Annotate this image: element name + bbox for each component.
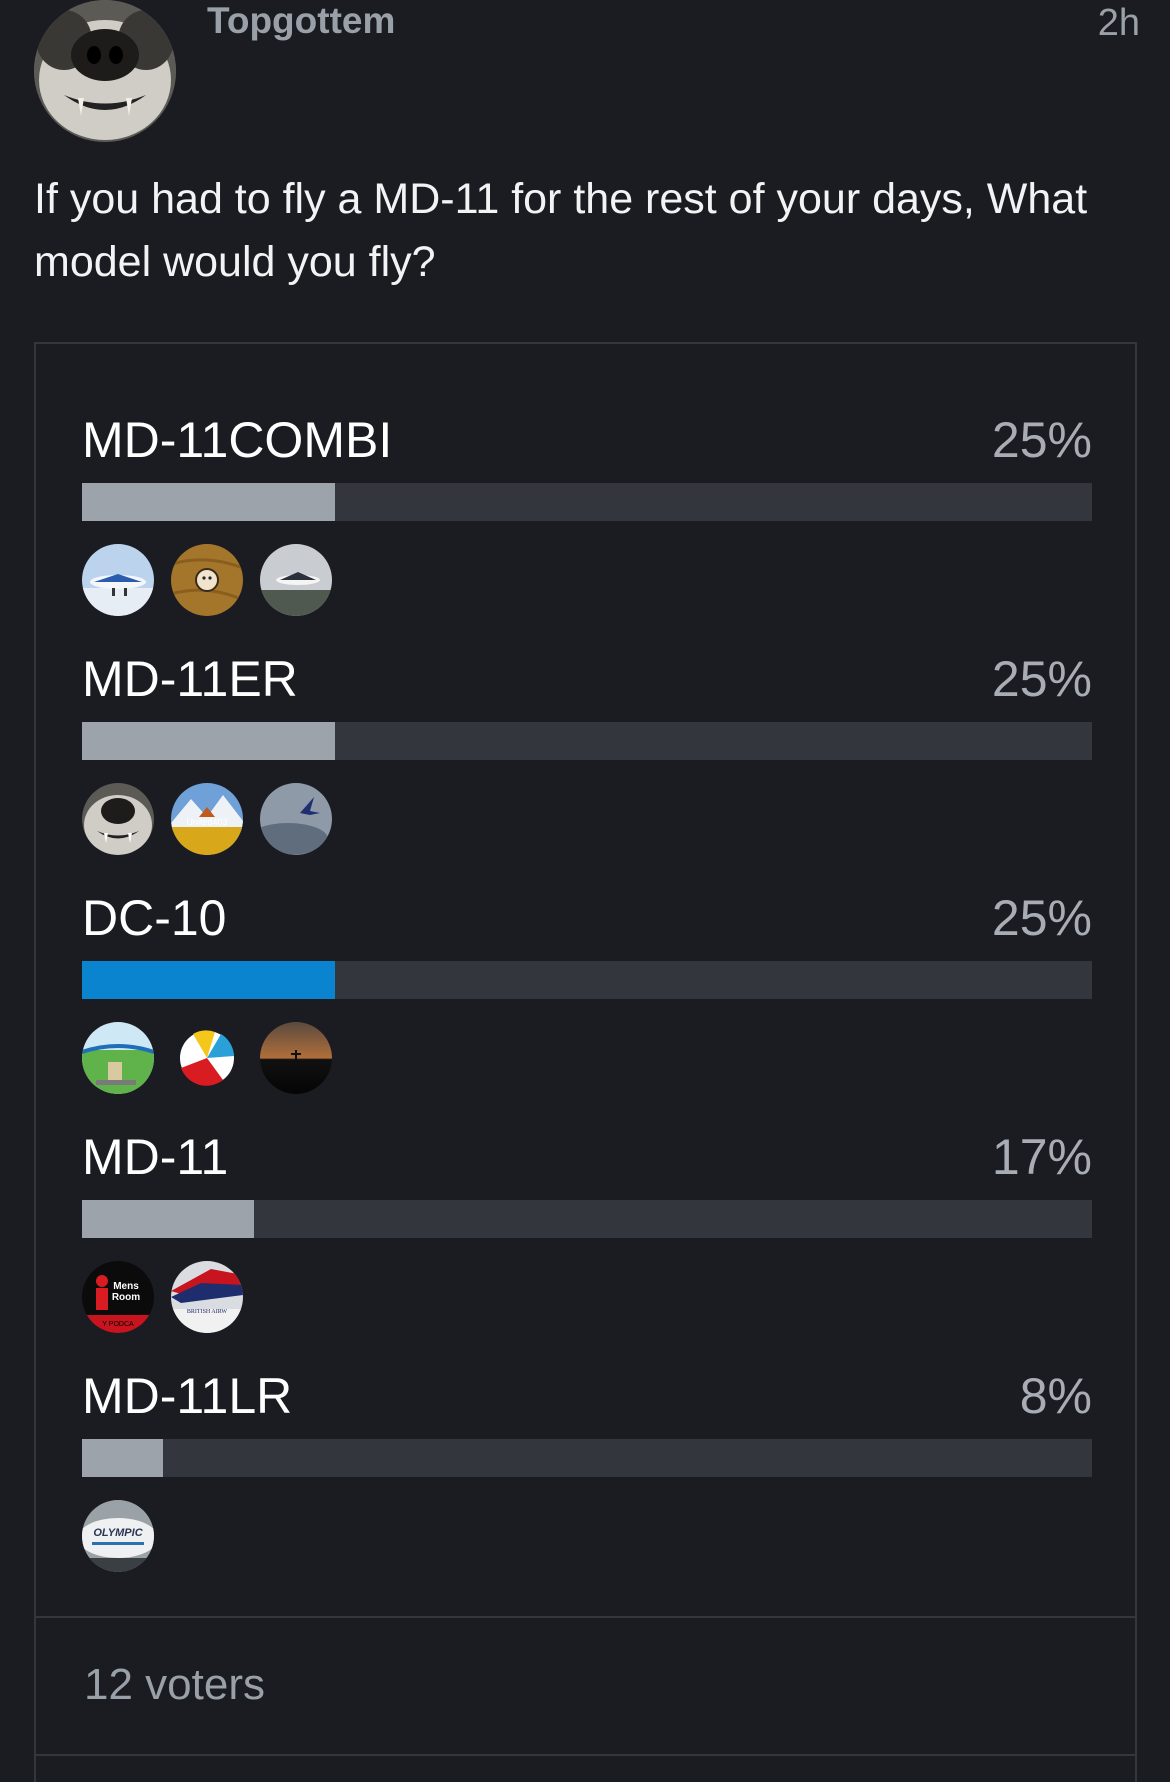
british-airways-tail-avatar-icon[interactable]: BRITISH AIRW (171, 1261, 243, 1333)
olympic-airplane-avatar-icon[interactable]: OLYMPIC (82, 1500, 154, 1572)
option-bar-fill (82, 1200, 254, 1238)
post-header: Topgottem 2h (0, 0, 1170, 150)
beach-ball-avatar-icon[interactable] (171, 1022, 243, 1094)
mens-text: Mens (113, 1281, 139, 1292)
username[interactable]: Topgottem (207, 0, 395, 42)
dog-avatar-icon[interactable] (82, 783, 154, 855)
option-bar-fill-selected (82, 961, 335, 999)
option-percent: 17% (991, 1129, 1092, 1185)
united403-text: United403 (186, 817, 227, 827)
podcast-text: Y PODCA (102, 1321, 134, 1328)
option-bar-track (82, 483, 1092, 521)
option-percent: 25% (991, 412, 1092, 468)
option-percent: 8% (1019, 1368, 1092, 1424)
option-bar-track (82, 961, 1092, 999)
poll-option-md-11combi[interactable]: MD-11COMBI 25% (82, 412, 1092, 616)
poll-option-md-11er[interactable]: MD-11ER 25% United403 (82, 651, 1092, 855)
author-avatar-dog-icon[interactable] (34, 0, 176, 142)
landscape-avatar-icon[interactable] (82, 1022, 154, 1094)
poll-option-md-11lr[interactable]: MD-11LR 8% OLYMPIC (82, 1368, 1092, 1572)
poll-option-dc-10[interactable]: DC-10 25% (82, 890, 1092, 1094)
option-label: MD-11LR (82, 1368, 293, 1424)
airplane-avatar-icon[interactable] (260, 544, 332, 616)
poll: MD-11COMBI 25% MD-11ER 25% United403 DC-… (34, 342, 1137, 1782)
poll-option-md-11[interactable]: MD-11 17% Mens Room Y PODCA BRITISH AIRW (82, 1129, 1092, 1333)
option-label: MD-11ER (82, 651, 298, 707)
british-airways-text: BRITISH AIRW (187, 1309, 228, 1315)
option-label: MD-11COMBI (82, 412, 393, 468)
option-percent: 25% (991, 651, 1092, 707)
post-text: If you had to fly a MD-11 for the rest o… (34, 175, 1088, 286)
post-timestamp: 2h (1097, 2, 1140, 44)
option-bar-fill (82, 483, 335, 521)
option-label: MD-11 (82, 1129, 229, 1185)
option-bar-track (82, 1439, 1092, 1477)
option-percent: 25% (991, 890, 1092, 946)
cartoon-face-avatar-icon[interactable] (171, 544, 243, 616)
mountain-landscape-avatar-icon[interactable]: United403 (171, 783, 243, 855)
option-label: DC-10 (82, 890, 227, 946)
mens-room-podcast-avatar-icon[interactable]: Mens Room Y PODCA (82, 1261, 154, 1333)
option-bar-track (82, 722, 1092, 760)
option-bar-fill (82, 722, 335, 760)
voter-count[interactable]: 12 voters (84, 1660, 265, 1710)
poll-footer: 12 voters (36, 1616, 1135, 1756)
airplane-sky-avatar-icon[interactable] (260, 783, 332, 855)
room-text: Room (112, 1292, 140, 1303)
sunset-avatar-icon[interactable] (260, 1022, 332, 1094)
airplane-avatar-icon[interactable] (82, 544, 154, 616)
option-bar-fill (82, 1439, 163, 1477)
option-bar-track (82, 1200, 1092, 1238)
olympic-text: OLYMPIC (93, 1527, 143, 1539)
